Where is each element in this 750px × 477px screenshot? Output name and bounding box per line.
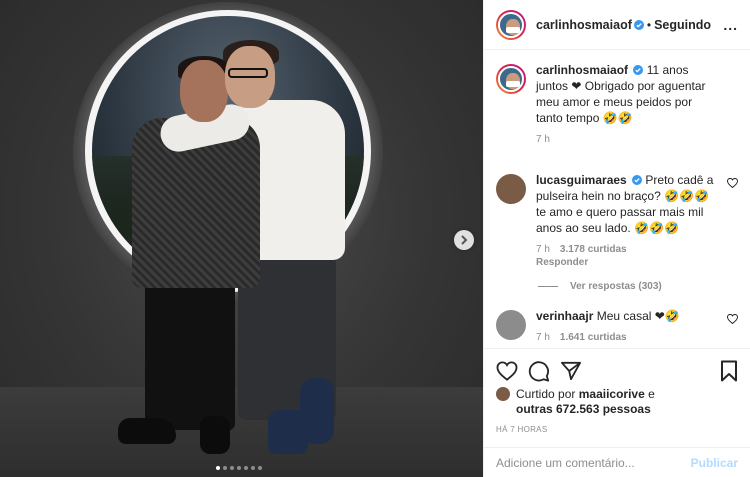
header-separator: • [646,17,652,32]
comment-like-heart-icon[interactable] [727,178,738,188]
carousel-dot [251,466,255,470]
author-avatar[interactable] [496,9,526,40]
commenter-avatar[interactable] [496,310,526,340]
caption: carlinhosmaiaof 11 anos juntos ❤ Obrigad… [496,62,738,172]
post-actions: Curtido por maaiicorive e outras 672.563… [484,348,750,434]
likes-prefix: Curtido por [516,387,576,401]
add-comment-bar: Publicar [484,447,750,477]
replies-line [538,285,558,287]
verified-icon [633,65,644,75]
comments-list[interactable]: carlinhosmaiaof 11 anos juntos ❤ Obrigad… [484,62,750,348]
comment-item: verinhaajr Meu casal ❤🤣 7 h 1.641 curtid… [496,308,738,343]
person-left-legs [145,280,235,430]
publish-button[interactable]: Publicar [691,456,738,470]
reply-button[interactable]: Responder [536,257,588,268]
comment-input[interactable] [496,455,691,470]
liker-username[interactable]: maaiicorive [579,387,645,401]
likes-connector: e [648,387,655,401]
verified-icon [632,175,643,185]
carousel-dot [244,466,248,470]
carousel-dots [216,466,262,470]
carousel-dot [258,466,262,470]
comment-like-heart-icon[interactable] [727,314,738,324]
glasses [228,68,268,78]
carousel-dot [223,466,227,470]
caption-time[interactable]: 7 h [536,134,550,145]
next-icon [461,235,468,245]
post-modal: carlinhosmaiaof • Seguindo ... carlinhos… [0,0,750,477]
following-button[interactable]: Seguindo [654,18,711,32]
comment-text: Meu casal ❤🤣 [596,309,680,323]
heart-icon[interactable] [496,361,518,381]
carousel-dot [237,466,241,470]
bookmark-icon[interactable] [720,360,738,382]
post-image[interactable] [0,0,483,477]
more-icon[interactable]: ... [723,17,738,33]
liker-avatar[interactable] [496,387,510,401]
carousel-dot [216,466,220,470]
caption-avatar[interactable] [496,64,526,94]
commenter-username[interactable]: lucasguimaraes [536,173,627,187]
commenter-avatar[interactable] [496,174,526,204]
person-left-shoe [200,416,230,454]
view-replies-label: Ver respostas (303) [570,280,662,292]
person-left-head [180,60,228,122]
likes-summary: Curtido por maaiicorive e outras 672.563… [496,387,738,417]
comment-time[interactable]: 7 h [536,332,550,343]
share-icon[interactable] [560,361,582,381]
likes-others[interactable]: outras 672.563 pessoas [516,402,651,416]
post-details-panel: carlinhosmaiaof • Seguindo ... carlinhos… [483,0,750,477]
verified-icon [633,19,644,30]
person-right-shoe [300,378,334,444]
comment-likes[interactable]: 1.641 curtidas [560,332,627,343]
caption-username[interactable]: carlinhosmaiaof [536,63,628,77]
person-left-shoe [118,418,176,444]
comment-time[interactable]: 7 h [536,244,550,255]
comment-icon[interactable] [528,360,550,382]
post-header: carlinhosmaiaof • Seguindo ... [484,0,750,50]
commenter-username[interactable]: verinhaajr [536,309,593,323]
post-timestamp[interactable]: HÁ 7 HORAS [496,425,738,434]
carousel-dot [230,466,234,470]
comment-likes[interactable]: 3.178 curtidas [560,244,627,255]
comment-item: lucasguimaraes Preto cadê a pulseira hei… [496,172,738,280]
next-slide-button[interactable] [454,230,474,250]
author-username[interactable]: carlinhosmaiaof [536,18,632,32]
